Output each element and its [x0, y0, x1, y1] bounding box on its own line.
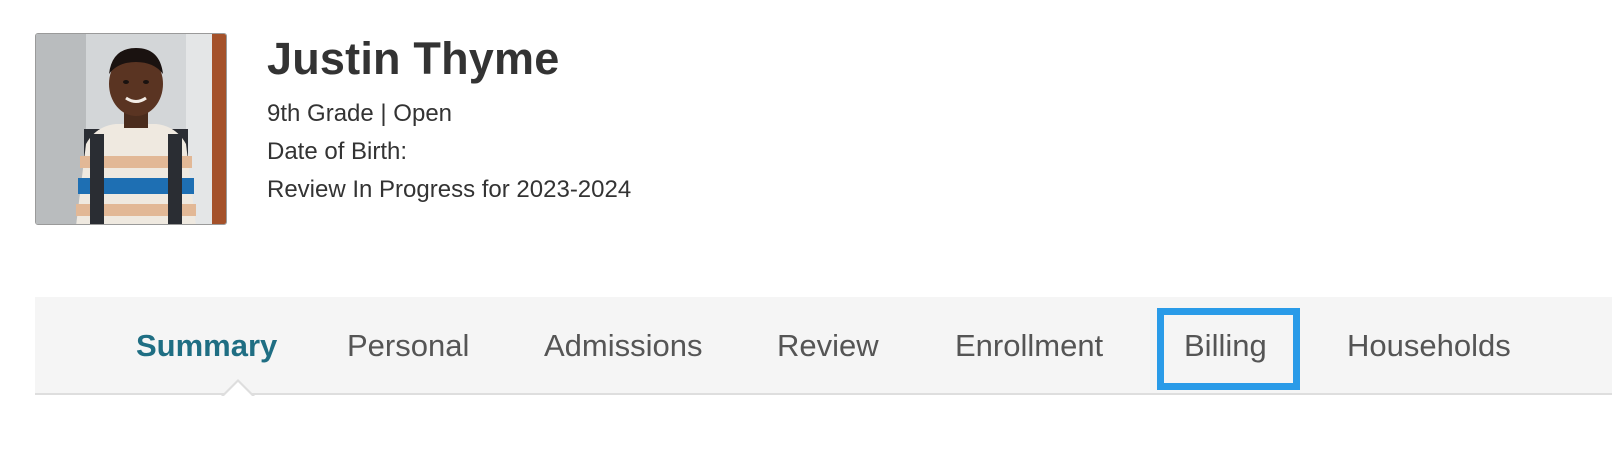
tab-review[interactable]: Review [777, 297, 879, 395]
tab-personal[interactable]: Personal [347, 297, 469, 395]
tab-bar: Summary Personal Admissions Review Enrol… [35, 297, 1612, 397]
student-name: Justin Thyme [267, 33, 560, 84]
tab-enrollment[interactable]: Enrollment [955, 297, 1103, 395]
tab-households[interactable]: Households [1347, 297, 1511, 395]
tab-summary[interactable]: Summary [136, 297, 277, 395]
review-status: Review In Progress for 2023-2024 [267, 176, 632, 203]
tab-billing[interactable]: Billing [1184, 297, 1267, 395]
student-header: Justin Thyme 9th Grade | Open Date of Bi… [35, 33, 631, 225]
grade-status: 9th Grade | Open [267, 100, 453, 127]
student-info: Justin Thyme 9th Grade | Open Date of Bi… [267, 33, 631, 209]
tab-admissions[interactable]: Admissions [544, 297, 703, 395]
student-photo [35, 33, 227, 225]
date-of-birth: Date of Birth: [267, 138, 408, 165]
